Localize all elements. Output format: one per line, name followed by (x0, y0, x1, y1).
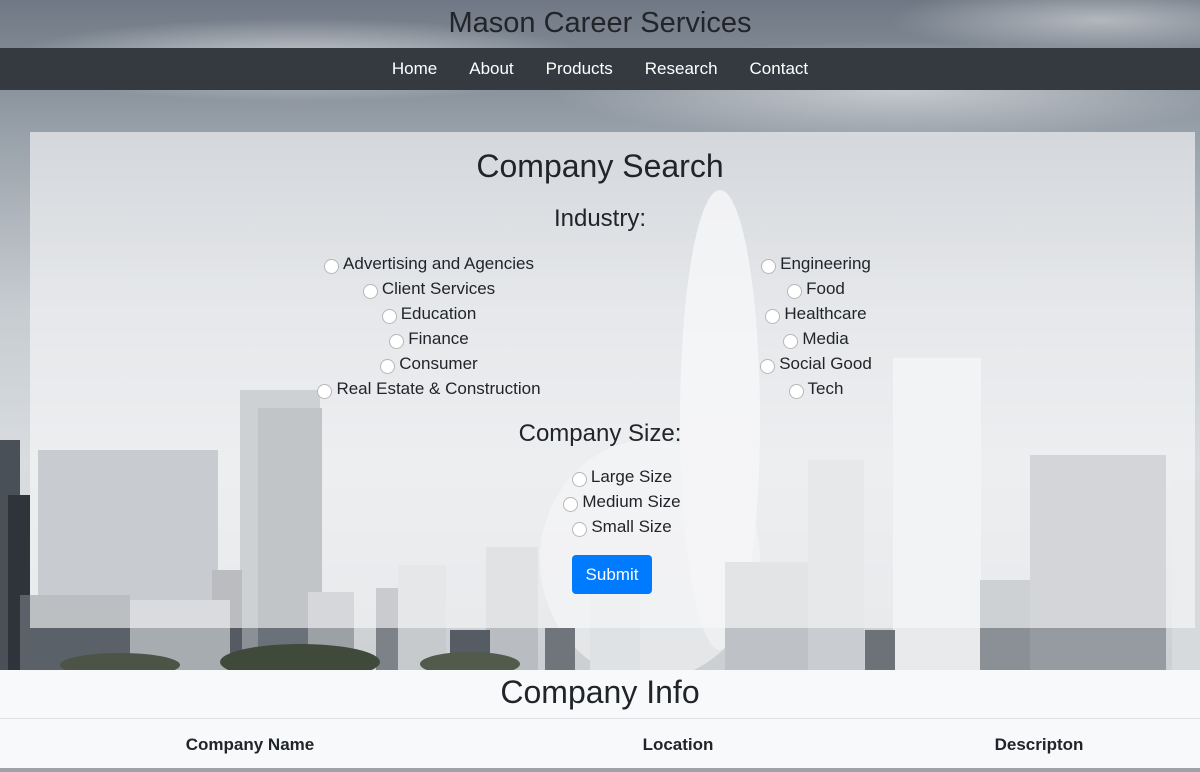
column-header-description: Descripton (994, 735, 1084, 754)
industry-option[interactable]: Media (600, 328, 1032, 353)
nav-products-link[interactable]: Products (530, 59, 629, 79)
industry-option-label: Engineering (780, 254, 871, 273)
industry-option-label: Food (806, 279, 845, 298)
table-divider (0, 718, 1200, 719)
radio-button[interactable] (317, 384, 333, 399)
size-option[interactable]: Small Size (400, 516, 844, 541)
industry-option-label: Social Good (779, 354, 872, 373)
radio-button[interactable] (381, 309, 397, 324)
submit-button[interactable]: Submit (572, 555, 652, 594)
industry-label: Industry: (553, 205, 647, 232)
radio-button[interactable] (389, 334, 405, 349)
industry-option[interactable]: Social Good (600, 353, 1032, 378)
column-header-location: Location (642, 735, 714, 754)
nav-research-link[interactable]: Research (629, 59, 734, 79)
industry-option[interactable]: Consumer (210, 353, 648, 378)
industry-option-label: Education (400, 304, 477, 323)
company-size-label: Company Size: (518, 420, 682, 447)
company-info-section: Company Info Company Name Location Descr… (0, 670, 1200, 772)
industry-option[interactable]: Education (210, 303, 648, 328)
radio-button[interactable] (563, 497, 579, 512)
size-option-label: Small Size (591, 517, 672, 536)
radio-button[interactable] (783, 334, 799, 349)
site-title: Mason Career Services (448, 7, 752, 39)
company-search-heading: Company Search (476, 148, 724, 184)
radio-button[interactable] (572, 522, 588, 537)
top-navbar: Home About Products Research Contact (0, 48, 1200, 90)
industry-option[interactable]: Advertising and Agencies (210, 253, 648, 278)
company-info-heading: Company Info (500, 674, 700, 710)
industry-option[interactable]: Healthcare (600, 303, 1032, 328)
industry-option[interactable]: Engineering (600, 253, 1032, 278)
company-size-options: Large Size Medium Size Small Size (400, 466, 844, 541)
size-option[interactable]: Large Size (400, 466, 844, 491)
industry-option-label: Media (802, 329, 849, 348)
size-option[interactable]: Medium Size (400, 491, 844, 516)
nav-home-link[interactable]: Home (376, 59, 453, 79)
industry-option-label: Advertising and Agencies (343, 254, 534, 273)
industry-options-left: Advertising and Agencies Client Services… (210, 253, 648, 403)
column-header-company-name: Company Name (185, 735, 315, 754)
industry-option-label: Tech (807, 379, 844, 398)
industry-option-label: Healthcare (784, 304, 867, 323)
industry-option[interactable]: Client Services (210, 278, 648, 303)
nav-about-link[interactable]: About (453, 59, 529, 79)
size-option-label: Medium Size (582, 492, 681, 511)
radio-button[interactable] (761, 259, 777, 274)
radio-button[interactable] (760, 359, 776, 374)
industry-option[interactable]: Food (600, 278, 1032, 303)
nav-contact-link[interactable]: Contact (734, 59, 825, 79)
industry-option[interactable]: Tech (600, 378, 1032, 403)
radio-button[interactable] (362, 284, 378, 299)
industry-option-label: Consumer (399, 354, 478, 373)
radio-button[interactable] (380, 359, 396, 374)
industry-option[interactable]: Finance (210, 328, 648, 353)
bottom-edge (0, 768, 1200, 772)
industry-option-label: Finance (408, 329, 469, 348)
radio-button[interactable] (571, 472, 587, 487)
industry-options-right: Engineering Food Healthcare Media Social… (600, 253, 1032, 403)
radio-button[interactable] (324, 259, 340, 274)
industry-option[interactable]: Real Estate & Construction (210, 378, 648, 403)
radio-button[interactable] (787, 284, 803, 299)
industry-option-label: Real Estate & Construction (336, 379, 541, 398)
radio-button[interactable] (765, 309, 781, 324)
industry-option-label: Client Services (381, 279, 496, 298)
radio-button[interactable] (788, 384, 804, 399)
size-option-label: Large Size (590, 467, 673, 486)
